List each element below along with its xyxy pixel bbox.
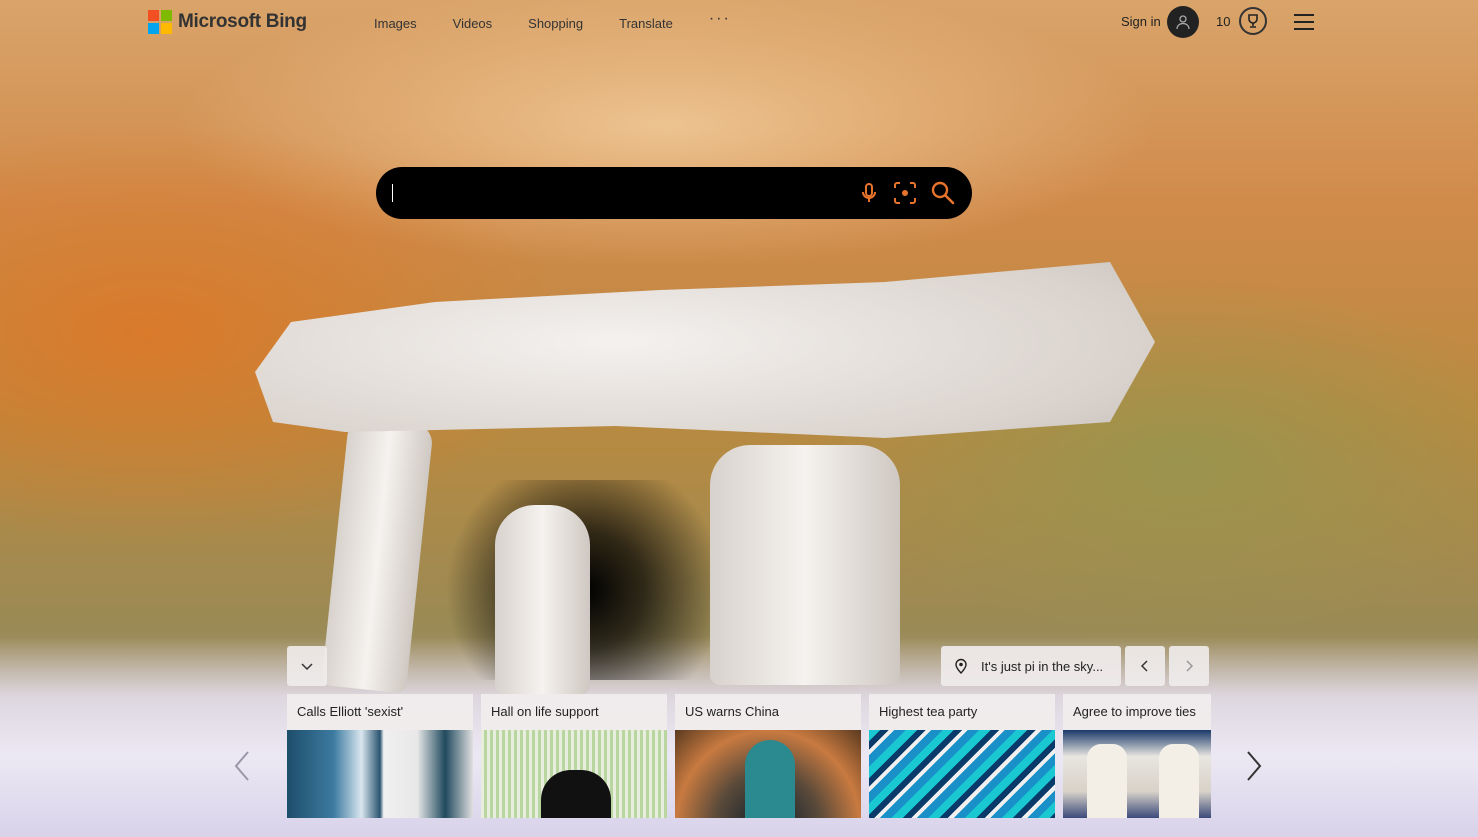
- background-stone-middle: [495, 505, 590, 695]
- chevron-right-icon: [1186, 660, 1194, 672]
- previous-image-button[interactable]: [1125, 646, 1165, 686]
- top-nav: Images Videos Shopping Translate ···: [374, 10, 731, 31]
- news-card[interactable]: US warns China: [675, 694, 861, 818]
- carousel-next-icon[interactable]: [1242, 750, 1264, 782]
- nav-videos[interactable]: Videos: [453, 16, 493, 31]
- news-card-title: Agree to improve ties: [1073, 704, 1196, 719]
- microphone-icon[interactable]: [856, 180, 882, 206]
- nav-translate[interactable]: Translate: [619, 16, 673, 31]
- sign-in-link[interactable]: Sign in: [1121, 14, 1161, 29]
- news-card-image: [675, 730, 861, 818]
- rewards-points[interactable]: 10: [1216, 14, 1230, 29]
- news-card-image: [869, 730, 1055, 818]
- search-input[interactable]: [392, 184, 393, 202]
- image-caption: It's just pi in the sky...: [981, 658, 1104, 674]
- microsoft-logo-icon: [148, 10, 172, 34]
- news-card[interactable]: Highest tea party: [869, 694, 1055, 818]
- trophy-icon[interactable]: [1239, 7, 1267, 35]
- nav-more-button[interactable]: ···: [709, 10, 731, 31]
- news-card[interactable]: Hall on life support: [481, 694, 667, 818]
- nav-images[interactable]: Images: [374, 16, 417, 31]
- news-carousel: Calls Elliott 'sexist' Hall on life supp…: [287, 694, 1211, 818]
- news-card-title: Highest tea party: [879, 704, 978, 719]
- user-icon[interactable]: [1167, 6, 1199, 38]
- bing-logo[interactable]: Microsoft Bing: [148, 10, 307, 34]
- chevron-down-icon: [301, 663, 313, 671]
- camera-icon[interactable]: [892, 180, 918, 206]
- news-card[interactable]: Agree to improve ties: [1063, 694, 1211, 818]
- news-card-title: US warns China: [685, 704, 779, 719]
- news-card-image: [481, 730, 667, 818]
- header: Microsoft Bing Images Videos Shopping Tr…: [0, 0, 1478, 46]
- news-card-title: Calls Elliott 'sexist': [297, 704, 404, 719]
- image-info-button[interactable]: It's just pi in the sky...: [941, 646, 1121, 686]
- news-card-title: Hall on life support: [491, 704, 599, 719]
- carousel-prev-icon[interactable]: [232, 750, 254, 782]
- page: Microsoft Bing Images Videos Shopping Tr…: [0, 0, 1478, 837]
- search-box[interactable]: [376, 167, 972, 219]
- news-card[interactable]: Calls Elliott 'sexist': [287, 694, 473, 818]
- chevron-left-icon: [1140, 660, 1148, 672]
- news-card-image: [1063, 730, 1211, 818]
- collapse-button[interactable]: [287, 646, 327, 686]
- location-pin-icon: [955, 658, 967, 674]
- nav-shopping[interactable]: Shopping: [528, 16, 583, 31]
- news-card-image: [287, 730, 473, 818]
- hamburger-icon[interactable]: [1294, 14, 1314, 30]
- brand-name: Microsoft Bing: [178, 11, 307, 32]
- background-stone-right: [710, 445, 900, 685]
- next-image-button[interactable]: [1169, 646, 1209, 686]
- search-icon[interactable]: [930, 180, 956, 206]
